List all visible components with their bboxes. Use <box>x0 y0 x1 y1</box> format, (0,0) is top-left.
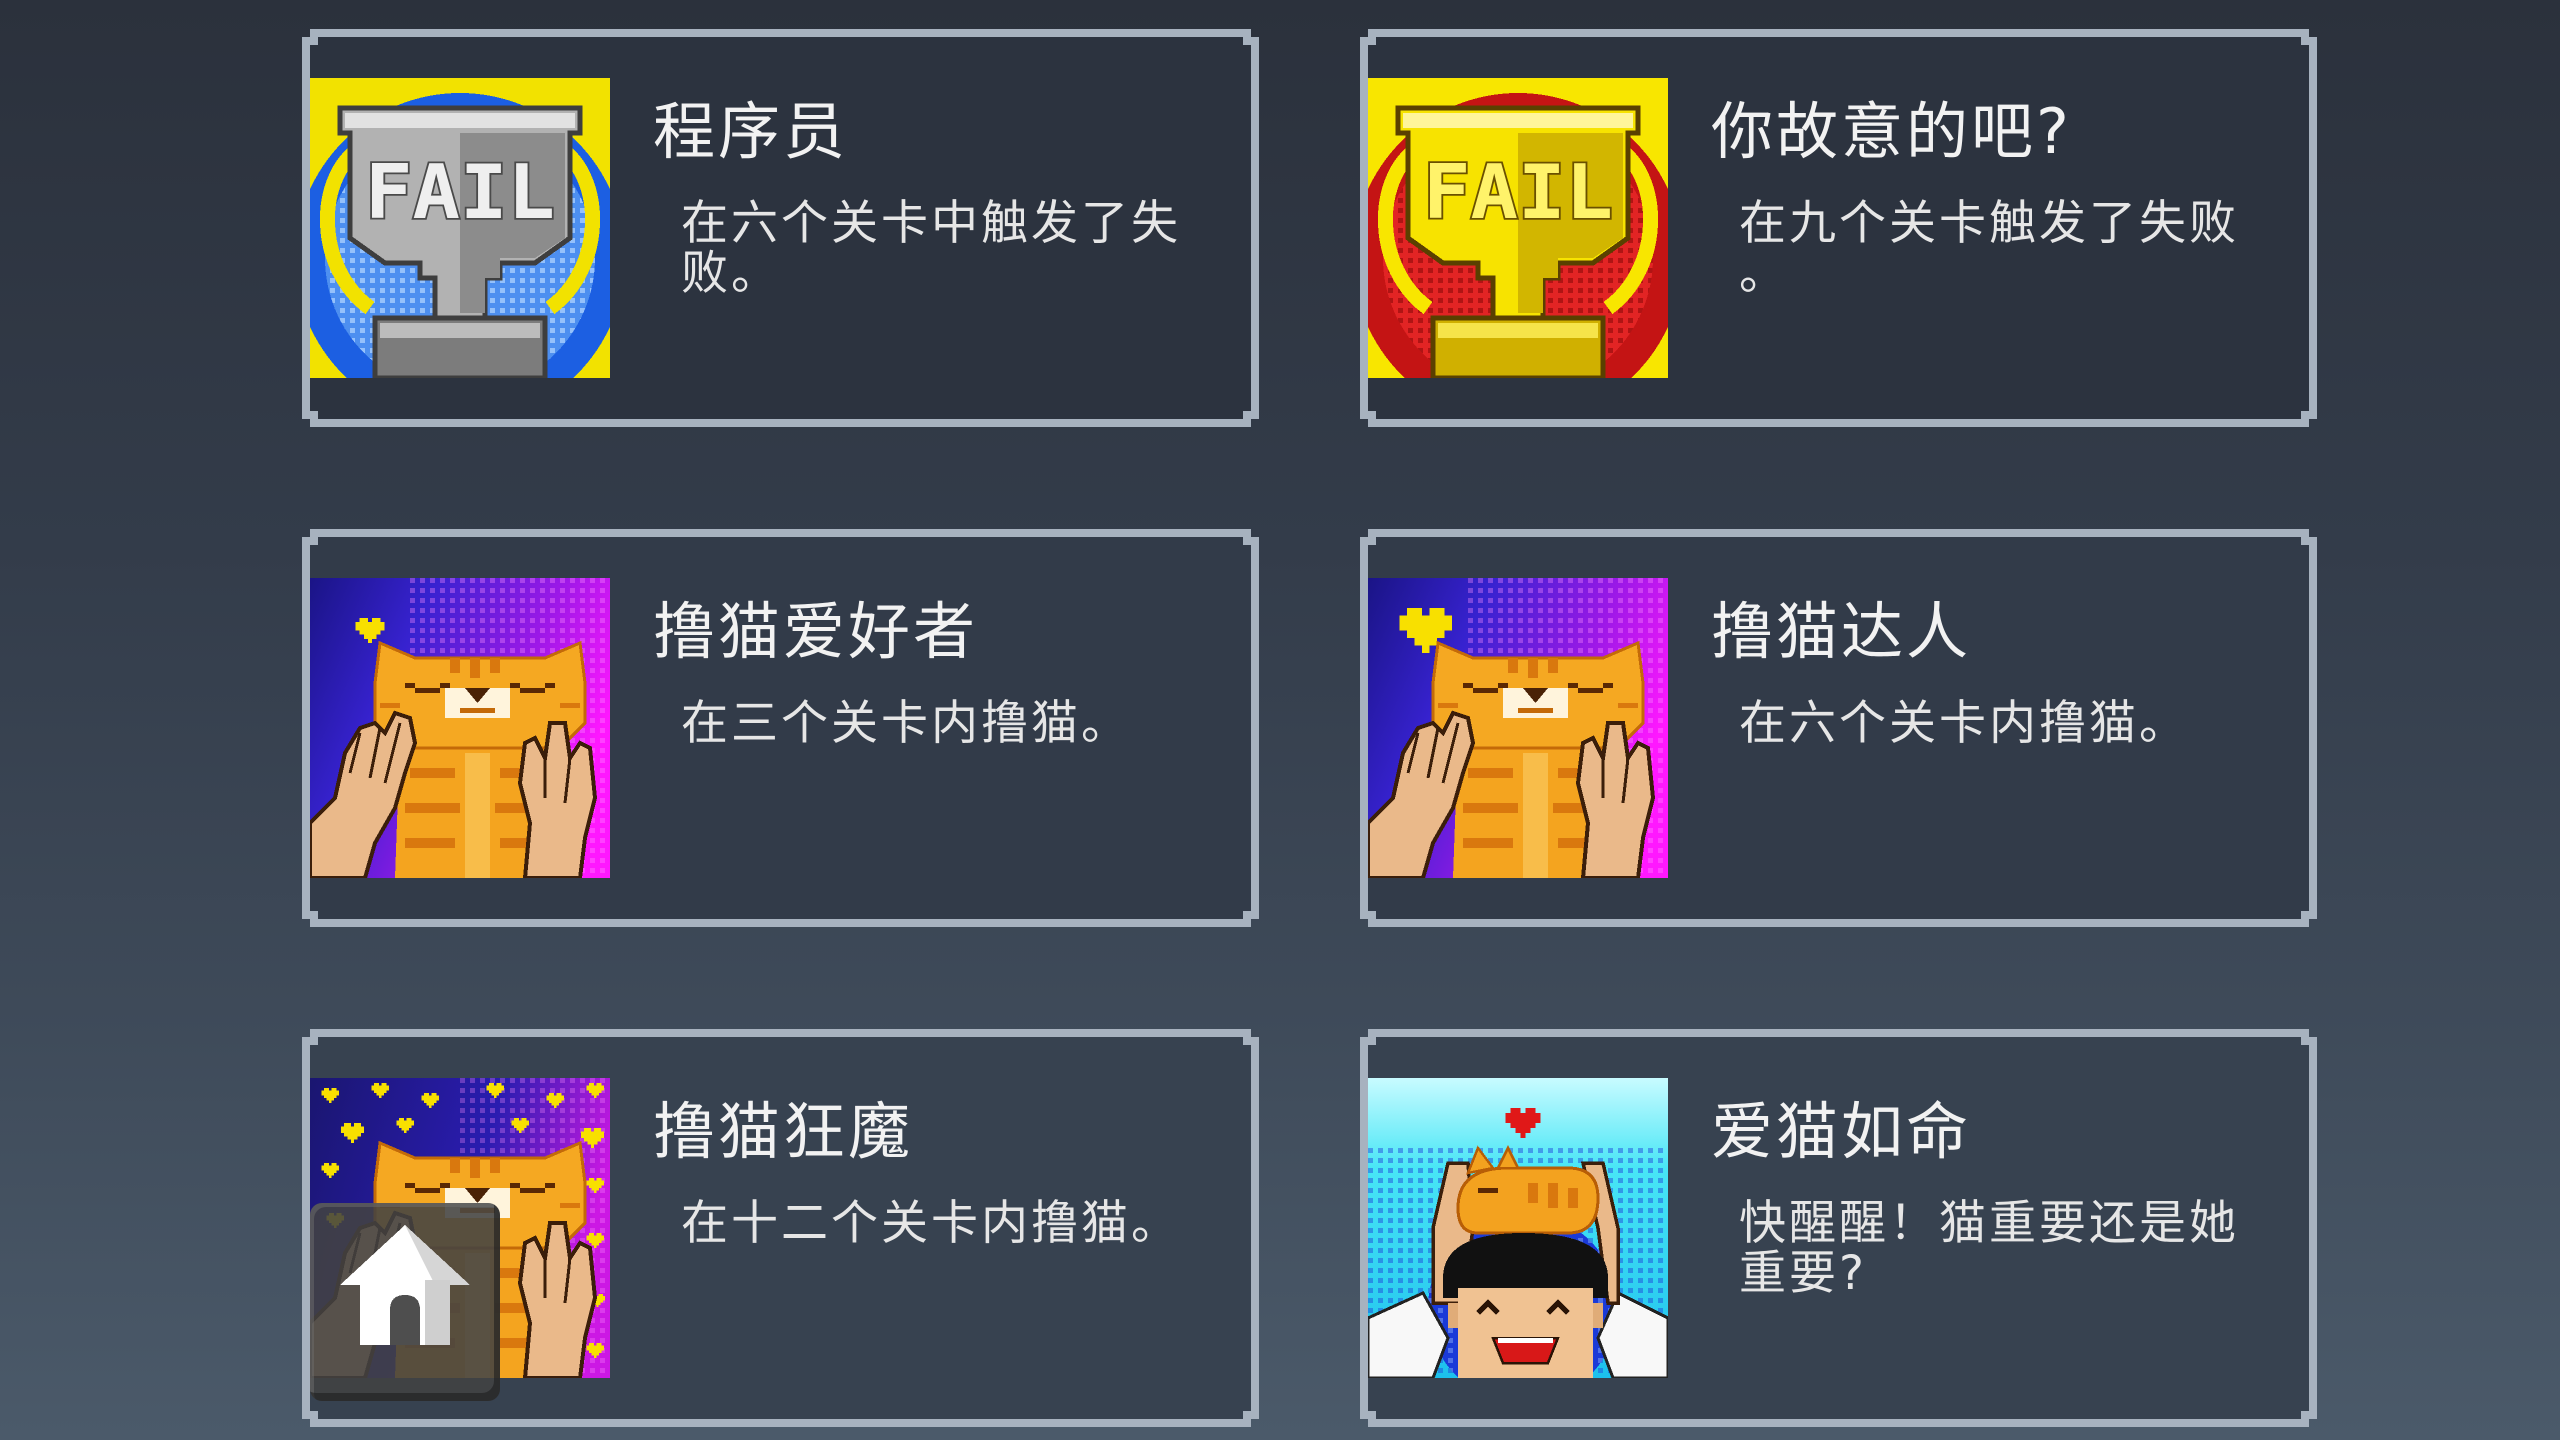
achievement-card: FAIL 程序员 在六个关卡中触发了失败。 <box>302 29 1259 427</box>
achievement-description: 在六个关卡内撸猫。 <box>1739 696 2189 751</box>
achievement-description: 快醒醒！猫重要还是她重要? <box>1739 1196 2239 1301</box>
achievement-title: 撸猫狂魔 <box>653 1095 914 1168</box>
trophy: FAIL <box>1395 105 1641 378</box>
achievement-description: 在九个关卡触发了失败。 <box>1739 196 2239 301</box>
achievement-title: 撸猫达人 <box>1711 595 1972 668</box>
achievement-card: 撸猫爱好者 在三个关卡内撸猫。 <box>302 529 1259 927</box>
achievement-title: 程序员 <box>653 95 849 168</box>
petting-cat-small-heart-icon <box>310 578 610 878</box>
achievement-title: 爱猫如命 <box>1711 1095 1972 1168</box>
petting-cat-big-heart-icon <box>1368 578 1668 878</box>
silver-fail-trophy-icon: FAIL <box>310 78 610 378</box>
home-icon <box>340 1225 470 1345</box>
trophy-label: FAIL <box>365 148 555 236</box>
trophy-label: FAIL <box>1423 148 1613 236</box>
gold-fail-trophy-icon: FAIL <box>1368 78 1668 378</box>
achievement-description: 在十二个关卡内撸猫。 <box>681 1196 1181 1251</box>
achievement-card: FAIL 你故意的吧? 在九个关卡触发了失败。 <box>1360 29 2317 427</box>
achievement-description: 在六个关卡中触发了失败。 <box>681 196 1181 301</box>
man <box>1443 1233 1608 1378</box>
achievement-description: 在三个关卡内撸猫。 <box>681 696 1131 751</box>
achievement-title: 你故意的吧? <box>1711 95 2072 168</box>
trophy: FAIL <box>337 105 583 378</box>
achievement-card: 爱猫如命 快醒醒！猫重要还是她重要? <box>1360 1029 2317 1427</box>
cat-on-head-icon <box>1368 1078 1668 1378</box>
achievement-card: 撸猫达人 在六个关卡内撸猫。 <box>1360 529 2317 927</box>
achievement-title: 撸猫爱好者 <box>653 595 979 668</box>
home-button[interactable] <box>310 1203 500 1401</box>
